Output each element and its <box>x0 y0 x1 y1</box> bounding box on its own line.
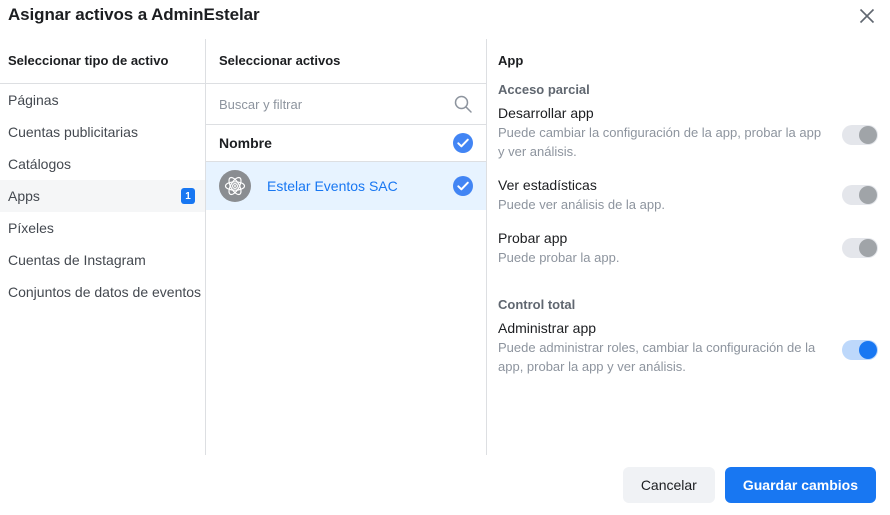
permission-text: Probar app Puede probar la app. <box>498 230 828 267</box>
middle-column-header: Seleccionar activos <box>219 53 340 68</box>
dialog-titlebar: Asignar activos a AdminEstelar <box>0 0 890 31</box>
left-column-header: Seleccionar tipo de activo <box>8 53 168 68</box>
permissions-panel: Acceso parcial Desarrollar app Puede cambi… <box>498 82 878 392</box>
right-column-header: App <box>498 53 523 68</box>
permission-section-title: Acceso parcial <box>498 82 878 97</box>
permission-description: Puede administrar roles, cambiar la conf… <box>498 338 828 376</box>
name-column-label: Nombre <box>219 135 272 151</box>
search-row <box>206 84 486 124</box>
app-atom-icon-glyph <box>222 173 248 199</box>
sidebar-item-badge: 1 <box>181 188 195 204</box>
sidebar-item-p-ginas[interactable]: Páginas <box>0 84 205 116</box>
asset-selected-checkmark-icon[interactable] <box>453 176 473 196</box>
asset-name-label[interactable]: Estelar Eventos SAC <box>267 178 453 194</box>
permission-description: Puede probar la app. <box>498 248 828 267</box>
permission-item: Administrar app Puede administrar roles, … <box>498 320 878 376</box>
permission-toggle[interactable] <box>842 340 878 360</box>
assign-assets-dialog: Asignar activos a AdminEstelar Seleccion… <box>0 0 890 515</box>
sidebar-item-label: Catálogos <box>8 148 71 180</box>
permission-section-title: Control total <box>498 297 878 312</box>
permission-title: Desarrollar app <box>498 105 828 121</box>
search-icon[interactable] <box>453 94 473 114</box>
asset-type-list: PáginasCuentas publicitariasCatálogosApp… <box>0 84 205 308</box>
sidebar-item-label: Apps <box>8 180 40 212</box>
list-item[interactable]: Estelar Eventos SAC <box>206 162 486 210</box>
permission-item: Probar app Puede probar la app. <box>498 230 878 267</box>
app-atom-icon <box>219 170 251 202</box>
select-all-checkmark-icon[interactable] <box>453 133 473 153</box>
permission-description: Puede cambiar la configuración de la app… <box>498 123 828 161</box>
name-column-header-row: Nombre <box>206 125 486 161</box>
column-divider-right <box>486 39 487 455</box>
permission-text: Desarrollar app Puede cambiar la configur… <box>498 105 828 161</box>
section-spacer <box>498 283 878 297</box>
permission-title: Administrar app <box>498 320 828 336</box>
dialog-title: Asignar activos a AdminEstelar <box>8 5 259 25</box>
sidebar-item-cuentas-publicitarias[interactable]: Cuentas publicitarias <box>0 116 205 148</box>
sidebar-item-cat-logos[interactable]: Catálogos <box>0 148 205 180</box>
cancel-button[interactable]: Cancelar <box>623 467 715 503</box>
sidebar-item-apps[interactable]: Apps 1 <box>0 180 205 212</box>
permission-toggle[interactable] <box>842 238 878 258</box>
permission-title: Probar app <box>498 230 828 246</box>
save-button[interactable]: Guardar cambios <box>725 467 876 503</box>
toggle-knob <box>859 186 877 204</box>
sidebar-item-label: Páginas <box>8 84 59 116</box>
sidebar-item-cuentas-de-instagram[interactable]: Cuentas de Instagram <box>0 244 205 276</box>
toggle-knob <box>859 239 877 257</box>
sidebar-item-p-xeles[interactable]: Píxeles <box>0 212 205 244</box>
sidebar-item-label: Conjuntos de datos de eventos <box>8 276 201 308</box>
permission-title: Ver estadísticas <box>498 177 828 193</box>
sidebar-item-label: Cuentas de Instagram <box>8 244 146 276</box>
search-input[interactable] <box>219 97 447 112</box>
dialog-footer: Cancelar Guardar cambios <box>0 455 890 515</box>
sidebar-item-conjuntos-de-datos-de-eventos[interactable]: Conjuntos de datos de eventos <box>0 276 205 308</box>
permission-toggle[interactable] <box>842 185 878 205</box>
close-icon[interactable] <box>852 1 882 31</box>
toggle-knob <box>859 126 877 144</box>
permission-text: Ver estadísticas Puede ver análisis de la… <box>498 177 828 214</box>
close-icon-glyph <box>859 8 875 24</box>
permission-item: Ver estadísticas Puede ver análisis de la… <box>498 177 878 214</box>
toggle-knob <box>859 341 877 359</box>
permission-text: Administrar app Puede administrar roles, … <box>498 320 828 376</box>
permission-item: Desarrollar app Puede cambiar la configur… <box>498 105 878 161</box>
sidebar-item-label: Cuentas publicitarias <box>8 116 138 148</box>
permission-toggle[interactable] <box>842 125 878 145</box>
permission-description: Puede ver análisis de la app. <box>498 195 828 214</box>
sidebar-item-label: Píxeles <box>8 212 54 244</box>
